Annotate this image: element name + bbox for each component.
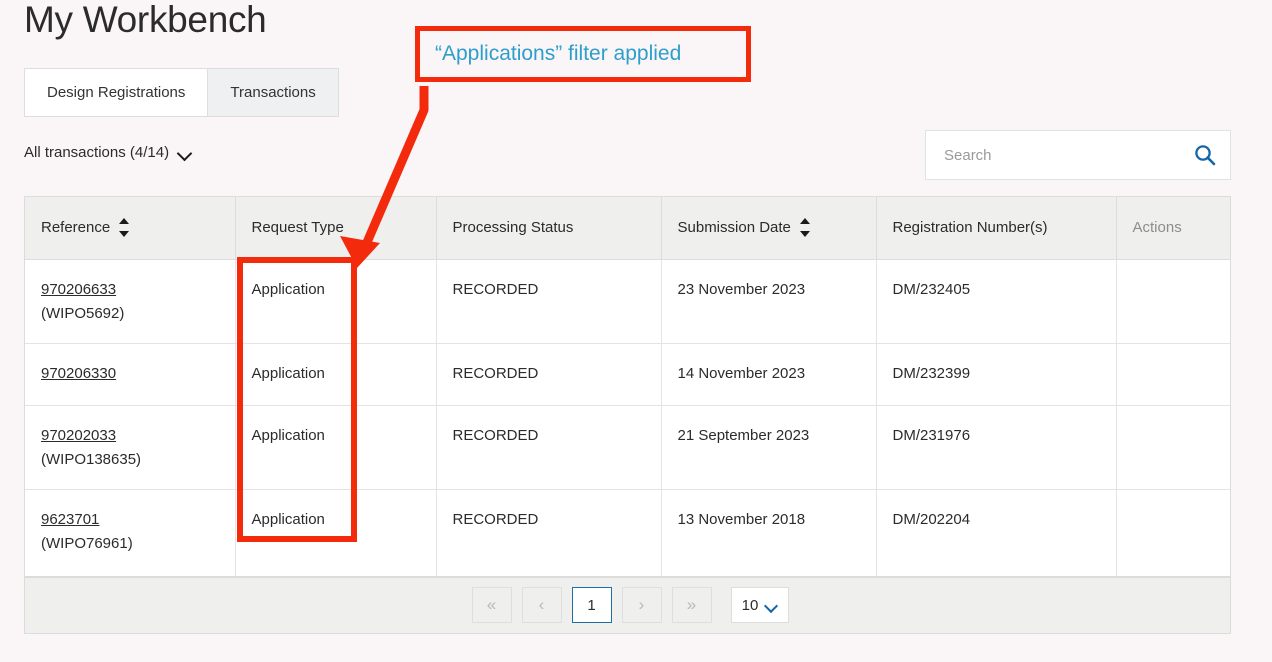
cell-submission-date: 14 November 2023 <box>661 343 876 405</box>
cell-registration-number: DM/231976 <box>876 405 1116 489</box>
cell-reference: 970206633 (WIPO5692) <box>25 259 235 343</box>
transactions-table-container: Reference Request Type Processing Status <box>24 196 1231 634</box>
cell-submission-date: 13 November 2018 <box>661 489 876 576</box>
column-header-reference[interactable]: Reference <box>25 197 235 259</box>
table-row[interactable]: 970206633 (WIPO5692) Application RECORDE… <box>25 259 1230 343</box>
cell-registration-number: DM/232405 <box>876 259 1116 343</box>
transactions-table: Reference Request Type Processing Status <box>25 197 1230 577</box>
table-body: 970206633 (WIPO5692) Application RECORDE… <box>25 259 1230 576</box>
cell-processing-status: RECORDED <box>436 405 661 489</box>
pagination-first-button[interactable]: « <box>472 587 512 623</box>
search-input[interactable] <box>942 146 1194 165</box>
column-header-registration-number[interactable]: Registration Number(s) <box>876 197 1116 259</box>
page-size-dropdown[interactable]: 10 <box>731 587 789 623</box>
cell-reference: 970206330 <box>25 343 235 405</box>
column-header-processing-status[interactable]: Processing Status <box>436 197 661 259</box>
tab-transactions[interactable]: Transactions <box>207 68 338 117</box>
pagination-next-button[interactable]: › <box>622 587 662 623</box>
transactions-filter-dropdown[interactable]: All transactions (4/14) <box>24 144 193 161</box>
reference-sub: (WIPO5692) <box>41 302 235 326</box>
sort-icon[interactable] <box>800 218 811 237</box>
column-header-submission-date[interactable]: Submission Date <box>661 197 876 259</box>
table-row[interactable]: 970206330 Application RECORDED 14 Novemb… <box>25 343 1230 405</box>
cell-actions[interactable] <box>1116 489 1230 576</box>
cell-reference: 9623701 (WIPO76961) <box>25 489 235 576</box>
cell-request-type: Application <box>235 405 436 489</box>
table-row[interactable]: 970202033 (WIPO138635) Application RECOR… <box>25 405 1230 489</box>
table-row[interactable]: 9623701 (WIPO76961) Application RECORDED… <box>25 489 1230 576</box>
cell-request-type: Application <box>235 259 436 343</box>
pagination-bar: « ‹ 1 › » 10 <box>25 577 1230 633</box>
search-icon[interactable] <box>1194 144 1216 166</box>
cell-reference: 970202033 (WIPO138635) <box>25 405 235 489</box>
cell-registration-number: DM/202204 <box>876 489 1116 576</box>
column-header-registration-number-label: Registration Number(s) <box>893 219 1048 236</box>
chevron-down-icon <box>178 148 193 157</box>
column-header-processing-status-label: Processing Status <box>453 219 574 236</box>
cell-submission-date: 23 November 2023 <box>661 259 876 343</box>
pagination-last-button[interactable]: » <box>672 587 712 623</box>
tab-transactions-label: Transactions <box>230 84 315 101</box>
column-header-actions: Actions <box>1116 197 1230 259</box>
cell-processing-status: RECORDED <box>436 259 661 343</box>
column-header-actions-label: Actions <box>1133 219 1182 236</box>
annotation-callout-box: “Applications” filter applied <box>415 26 751 82</box>
column-header-request-type[interactable]: Request Type <box>235 197 436 259</box>
cell-actions[interactable] <box>1116 343 1230 405</box>
reference-link[interactable]: 9623701 <box>41 508 235 532</box>
pagination-page-1-button[interactable]: 1 <box>572 587 612 623</box>
column-header-submission-date-label: Submission Date <box>678 219 791 236</box>
cell-processing-status: RECORDED <box>436 343 661 405</box>
reference-sub: (WIPO76961) <box>41 532 235 556</box>
reference-link[interactable]: 970202033 <box>41 424 235 448</box>
annotation-callout-text: “Applications” filter applied <box>435 42 681 66</box>
cell-actions[interactable] <box>1116 405 1230 489</box>
column-header-reference-label: Reference <box>41 219 110 236</box>
reference-link[interactable]: 970206330 <box>41 362 235 386</box>
search-box[interactable] <box>925 130 1231 180</box>
transactions-filter-label: All transactions (4/14) <box>24 144 169 161</box>
cell-request-type: Application <box>235 343 436 405</box>
table-header-row: Reference Request Type Processing Status <box>25 197 1230 259</box>
pagination-prev-button[interactable]: ‹ <box>522 587 562 623</box>
column-header-request-type-label: Request Type <box>252 219 344 236</box>
cell-actions[interactable] <box>1116 259 1230 343</box>
tab-design-registrations[interactable]: Design Registrations <box>24 68 207 117</box>
sort-icon[interactable] <box>119 218 130 237</box>
reference-link[interactable]: 970206633 <box>41 278 235 302</box>
chevron-down-icon <box>765 601 777 609</box>
cell-request-type: Application <box>235 489 436 576</box>
reference-sub: (WIPO138635) <box>41 448 235 472</box>
page-title: My Workbench <box>24 0 266 44</box>
cell-processing-status: RECORDED <box>436 489 661 576</box>
page-size-value: 10 <box>742 597 759 614</box>
cell-registration-number: DM/232399 <box>876 343 1116 405</box>
tab-bar: Design Registrations Transactions <box>24 68 339 117</box>
tab-design-registrations-label: Design Registrations <box>47 84 185 101</box>
table-header: Reference Request Type Processing Status <box>25 197 1230 259</box>
cell-submission-date: 21 September 2023 <box>661 405 876 489</box>
